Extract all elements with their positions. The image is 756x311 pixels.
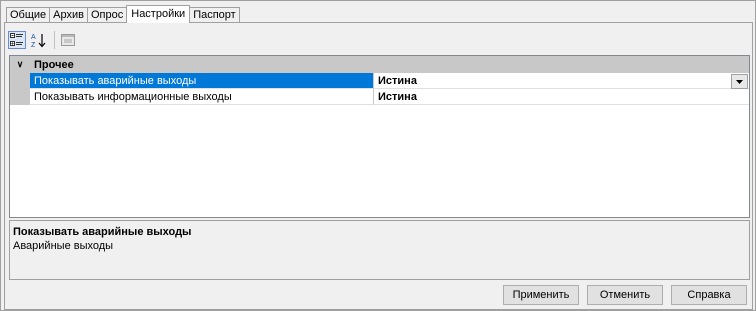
chevron-down-icon [736,79,743,84]
category-label: Прочее [34,58,74,71]
settings-tab-panel: A Z ∨ Прочее Показывать аварийные выходы… [4,22,753,310]
property-value[interactable]: Истина [374,89,749,105]
description-title: Показывать аварийные выходы [13,226,192,238]
property-name[interactable]: Показывать аварийные выходы [30,73,374,89]
tab-settings[interactable]: Настройки [126,5,191,23]
tab-strip: Общие Архив Опрос Настройки Паспорт [6,5,240,23]
property-value: Истина [378,75,417,87]
help-button[interactable]: Справка [671,285,747,305]
tab-passport[interactable]: Паспорт [189,7,240,23]
cancel-button[interactable]: Отменить [587,285,663,305]
property-value-dropdown[interactable]: Истина [374,73,749,89]
toolbar-separator [54,31,55,49]
property-pages-button[interactable] [59,31,77,49]
categorized-view-button[interactable] [8,31,26,49]
tab-polling[interactable]: Опрос [87,7,128,23]
property-grid: ∨ Прочее Показывать аварийные выходы Ист… [9,55,750,218]
categorized-icon [10,33,23,46]
dropdown-button[interactable] [731,74,748,89]
property-grid-toolbar: A Z [8,29,81,51]
svg-text:Z: Z [31,42,36,48]
description-panel: Показывать аварийные выходы Аварийные вы… [9,220,750,280]
svg-text:A: A [31,34,36,41]
sort-alphabetical-icon: A Z [31,34,46,48]
description-text: Аварийные выходы [13,240,114,252]
row-gutter [10,73,30,89]
tab-archive[interactable]: Архив [49,7,88,23]
property-row[interactable]: Показывать информационные выходы Истина [10,89,749,105]
collapse-chevron-icon[interactable]: ∨ [10,59,30,70]
apply-button[interactable]: Применить [503,285,579,305]
alphabetical-sort-button[interactable]: A Z [30,31,48,49]
settings-window: Общие Архив Опрос Настройки Паспорт A Z … [0,0,756,311]
property-pages-icon [61,34,75,46]
category-header[interactable]: ∨ Прочее [10,56,749,73]
property-row[interactable]: Показывать аварийные выходы Истина [10,73,749,89]
property-name[interactable]: Показывать информационные выходы [30,89,374,105]
tab-general[interactable]: Общие [6,7,51,23]
row-gutter [10,89,30,105]
